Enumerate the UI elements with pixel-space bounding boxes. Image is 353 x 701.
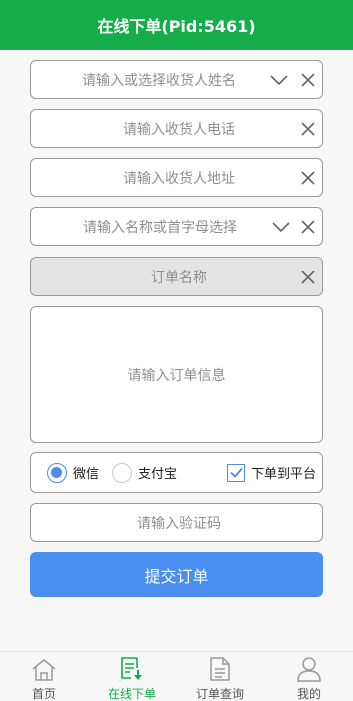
clear-icon[interactable] — [297, 110, 319, 147]
page-header: 在线下单(Pid:5461) — [0, 0, 353, 50]
document-icon — [209, 652, 231, 682]
payment-option-alipay[interactable]: 支付宝 — [112, 453, 177, 492]
order-info-textarea[interactable]: 请输入订单信息 — [30, 306, 323, 443]
payment-option-wechat[interactable]: 微信 — [47, 453, 99, 492]
address-placeholder: 请输入收货人地址 — [123, 170, 235, 187]
tab-label: 我的 — [296, 687, 321, 701]
chevron-down-icon[interactable] — [267, 61, 291, 98]
chevron-down-icon[interactable] — [269, 208, 293, 245]
clear-icon[interactable] — [297, 258, 319, 295]
page-title: 在线下单(Pid:5461) — [97, 17, 256, 36]
payment-option-label: 支付宝 — [138, 467, 178, 482]
platform-checkbox-label: 下单到平台 — [251, 467, 317, 482]
tab-label: 首页 — [31, 687, 56, 701]
tab-home[interactable]: 首页 — [0, 652, 88, 701]
captcha-field[interactable]: 请输入验证码 — [30, 503, 323, 542]
captcha-placeholder: 请输入验证码 — [137, 515, 221, 532]
user-icon — [296, 652, 322, 682]
tab-label: 在线下单 — [107, 687, 156, 701]
checkbox-checked-icon[interactable] — [227, 463, 245, 482]
clear-icon[interactable] — [297, 61, 319, 98]
clear-icon[interactable] — [297, 208, 319, 245]
payment-option-label: 微信 — [73, 467, 100, 482]
submit-order-button[interactable]: 提交订单 — [30, 552, 323, 597]
product-select-placeholder: 请输入名称或首字母选择 — [83, 219, 237, 236]
payment-options: 微信 支付宝 下单到平台 — [30, 452, 323, 493]
clear-icon[interactable] — [297, 159, 319, 196]
recipient-name-placeholder: 请输入或选择收货人姓名 — [82, 72, 236, 89]
product-select-field[interactable]: 请输入名称或首字母选择 — [30, 207, 323, 246]
tab-label: 订单查询 — [195, 687, 244, 701]
platform-checkbox[interactable]: 下单到平台 — [227, 453, 316, 492]
home-icon — [31, 652, 57, 682]
order-edit-icon — [119, 652, 145, 682]
order-name-field[interactable]: 订单名称 — [30, 257, 323, 296]
tab-mine[interactable]: 我的 — [265, 652, 353, 701]
radio-icon[interactable] — [112, 462, 132, 483]
radio-selected-icon[interactable] — [47, 462, 67, 483]
phone-field[interactable]: 请输入收货人电话 — [30, 109, 323, 148]
recipient-name-field[interactable]: 请输入或选择收货人姓名 — [30, 60, 323, 99]
tab-order-query[interactable]: 订单查询 — [176, 652, 264, 701]
tab-online-order[interactable]: 在线下单 — [88, 652, 176, 701]
phone-placeholder: 请输入收货人电话 — [123, 121, 235, 138]
order-info-placeholder: 请输入订单信息 — [127, 367, 226, 384]
order-name-placeholder: 订单名称 — [151, 269, 207, 286]
address-field[interactable]: 请输入收货人地址 — [30, 158, 323, 197]
bottom-tab-bar: 首页 在线下单 订单查询 我的 — [0, 651, 353, 701]
